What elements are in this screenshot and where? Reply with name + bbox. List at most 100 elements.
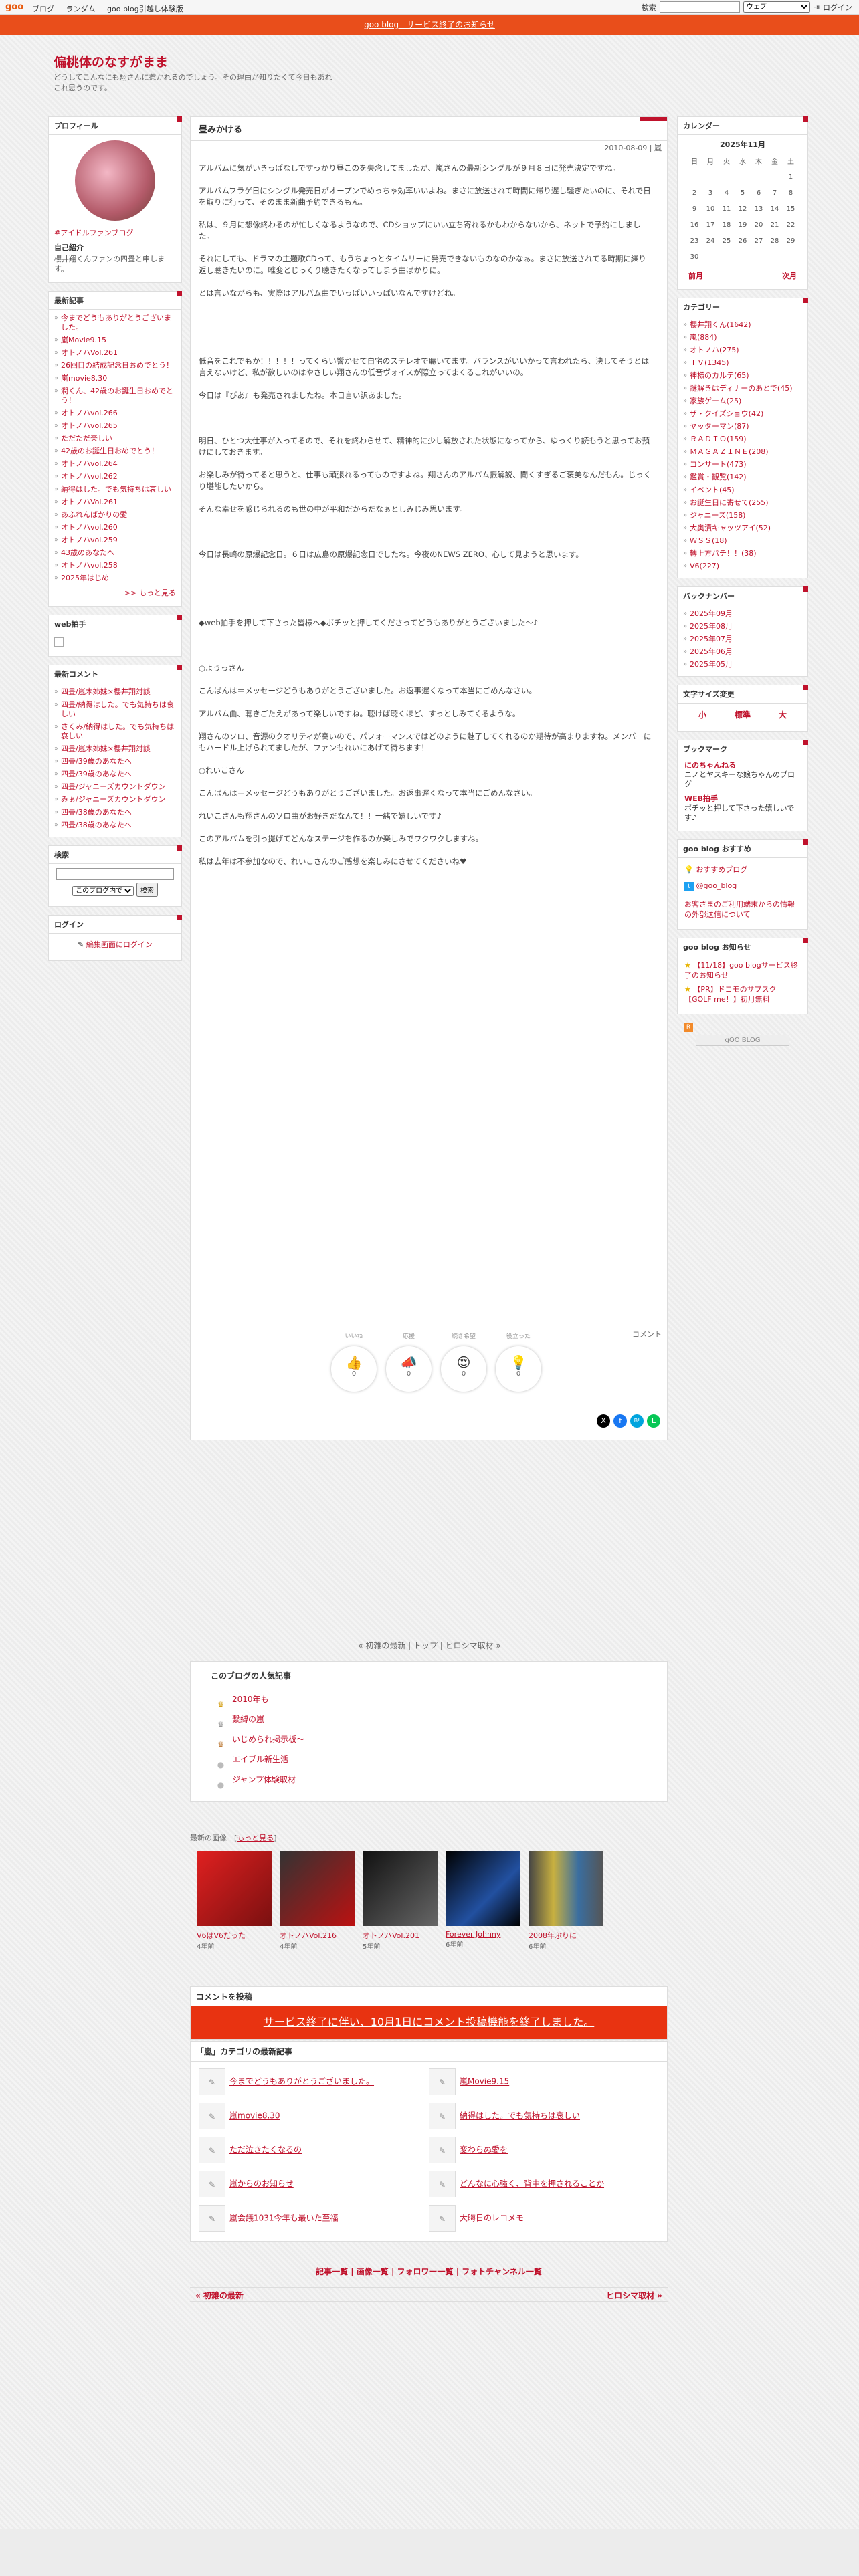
admin-login-link[interactable]: 編集画面にログイン [86,940,153,949]
recent-comment-item[interactable]: 四畳/納得はした。でも気持ちは哀しい [54,698,176,720]
category-item[interactable]: 轉上方パチ！！(38) [683,547,802,560]
goo-logo[interactable]: goo [5,2,23,12]
recent-comment-item[interactable]: 四畳/39歳のあなたへ [54,755,176,768]
recent-post-item[interactable]: 嵐Movie9.15 [54,334,176,346]
recent-post-item[interactable]: 潤くん、42歳のお誕生日おめでとう！ [54,385,176,407]
category-recent-item[interactable]: ✎ 嵐Movie9.15 [429,2068,509,2095]
profile-avatar[interactable] [75,140,155,221]
recent-image-1[interactable]: V6はV6だった 4年前 [197,1851,272,1951]
category-recent-item[interactable]: ✎ 変わらぬ愛を [429,2137,508,2163]
recent-comment-item[interactable]: 四畳/38歳のあなたへ [54,806,176,819]
recent-comment-item[interactable]: 四畳/38歳のあなたへ [54,819,176,831]
category-recent-item[interactable]: ✎ 嵐からのお知らせ [199,2171,294,2197]
category-item[interactable]: ＷＳＳ(18) [683,534,802,547]
nav-move-trial[interactable]: goo blog引越し体験版 [107,5,183,13]
category-item[interactable]: ＭＡＧＡＺＩＮＥ(208) [683,445,802,458]
category-item[interactable]: 家族ゲーム(25) [683,395,802,407]
x-share-icon[interactable]: X [597,1414,610,1428]
rss-icon[interactable]: R [684,1023,693,1032]
top-search-input[interactable] [659,1,740,13]
calendar-next[interactable]: 次月 [782,270,797,281]
recent-post-item[interactable]: オトノハvol.259 [54,534,176,546]
external-transmission-notice[interactable]: お客さまのご利用端末からの情報の外部送信について [684,899,801,920]
popular-post-4[interactable]: ●エイブル新生活 [215,1749,667,1769]
service-end-notice[interactable]: goo blog サービス終了のお知らせ [0,15,859,35]
post-title[interactable]: 昼みかける [191,117,667,141]
prev-post-link[interactable]: « 初雑の最新 [195,2290,244,2301]
popular-post-2[interactable]: ♛繋縛の嵐 [215,1709,667,1729]
category-item[interactable]: イベント(45) [683,484,802,496]
blog-search-button[interactable]: 検索 [136,883,158,897]
recent-post-item[interactable]: ただただ楽しい [54,432,176,445]
recent-comment-item[interactable]: みぁ/ジャニーズカウントダウン [54,793,176,806]
textsize-large[interactable]: 大 [779,709,787,720]
recent-post-item[interactable]: オトノハvol.264 [54,457,176,470]
backnumber-item[interactable]: 2025年07月 [683,633,802,645]
recent-images-more[interactable]: もっと見る [237,1834,274,1842]
recent-comment-item[interactable]: 四畳/39歳のあなたへ [54,768,176,780]
hatena-share-icon[interactable]: B! [630,1414,644,1428]
category-item[interactable]: ＲＡＤＩＯ(159) [683,433,802,445]
recent-image-2[interactable]: オトノハVol.216 4年前 [280,1851,355,1951]
category-recent-item[interactable]: ✎ 今までどうもありがとうございました。 [199,2068,374,2095]
popular-post-1[interactable]: ♛2010年も [215,1689,667,1709]
category-item[interactable]: お誕生日に寄せて(255) [683,496,802,509]
comment-closed-notice[interactable]: サービス終了に伴い、10月1日にコメント投稿機能を終了しました。 [191,2006,667,2039]
recent-post-item[interactable]: オトノハvol.265 [54,419,176,432]
recent-post-item[interactable]: 2025年はじめ [54,572,176,584]
recent-post-item[interactable]: 納得はした。でも気持ちは哀しい [54,483,176,496]
category-item[interactable]: 嵐(884) [683,331,802,344]
recent-post-item[interactable]: オトノハvol.262 [54,470,176,483]
category-recent-item[interactable]: ✎ 嵐会議1031今年も最いた至福 [199,2205,339,2232]
category-item[interactable]: ザ・クイズショウ(42) [683,407,802,420]
category-item[interactable]: 鑑賞・観覧(142) [683,471,802,484]
backnumber-item[interactable]: 2025年06月 [683,645,802,658]
category-item[interactable]: 大奥漬キャッツアイ(52) [683,522,802,534]
category-item[interactable]: 神様のカルテ(65) [683,369,802,382]
line-share-icon[interactable]: L [647,1414,660,1428]
search-scope-select[interactable]: ウェブ [743,1,810,13]
recent-comment-item[interactable]: 四畳/ジャニーズカウントダウン [54,780,176,793]
goo-news-2[interactable]: 【PR】ドコモのサブスク【GOLF me！】初月無料 [684,985,777,1004]
nav-blog[interactable]: ブログ [32,5,54,13]
recent-post-item[interactable]: オトノハvol.266 [54,407,176,419]
goo-blog-twitter-link[interactable]: @goo_blog [696,881,737,890]
category-recent-item[interactable]: ✎ ただ泣きたくなるの [199,2137,302,2163]
bookmark-1-link[interactable]: にのちゃんねる [684,761,801,770]
recent-posts-more-link[interactable]: >> もっと見る [49,584,181,601]
recent-post-item[interactable]: 43歳のあなたへ [54,546,176,559]
backnumber-item[interactable]: 2025年09月 [683,607,802,620]
blog-title[interactable]: 偏桃体のなすがまま [54,52,168,70]
category-item[interactable]: オトノハ(275) [683,344,802,356]
reaction-4-button[interactable]: 役立った 💡 0 [496,1333,541,1392]
category-item[interactable]: 謎解きはディナーのあとで(45) [683,382,802,395]
recent-comment-item[interactable]: さくみ/納得はした。でも気持ちは哀しい [54,720,176,742]
category-item[interactable]: V6(227) [683,560,802,572]
backnumber-item[interactable]: 2025年05月 [683,658,802,671]
backnumber-item[interactable]: 2025年08月 [683,620,802,633]
category-item[interactable]: ジャニーズ(158) [683,509,802,522]
category-item[interactable]: コンサート(473) [683,458,802,471]
web-applause-image[interactable] [54,637,64,647]
recent-post-item[interactable]: 嵐movie8.30 [54,372,176,385]
post-navigation[interactable]: « 初雑の最新 | トップ | ヒロシマ取材 » [0,1640,859,1651]
login-icon[interactable]: ⇥ [814,3,820,11]
recent-post-item[interactable]: オトノハvol.258 [54,559,176,572]
category-recent-item[interactable]: ✎ 大晦日のレコメモ [429,2205,524,2232]
recent-image-3[interactable]: オトノハVol.201 5年前 [363,1851,438,1951]
category-recent-item[interactable]: ✎ どんなに心強く、背中を押されることか [429,2171,604,2197]
facebook-share-icon[interactable]: f [613,1414,627,1428]
bottom-links[interactable]: 記事一覧 | 画像一覧 | フォロワー一覧 | フォトチャンネル一覧 [190,2266,668,2277]
textsize-small[interactable]: 小 [698,709,706,720]
recent-image-5[interactable]: 2008年ぶりに 6年前 [529,1851,603,1951]
blog-search-scope[interactable]: このブログ内で [72,886,134,896]
recent-image-4[interactable]: Forever Johnny 6年前 [446,1851,520,1949]
nav-random[interactable]: ランダム [66,5,96,13]
next-post-link[interactable]: ヒロシマ取材 » [606,2290,662,2301]
recent-post-item[interactable]: オトノハvol.260 [54,521,176,534]
blog-search-input[interactable] [56,868,174,880]
recent-post-item[interactable]: 26回目の結成記念日おめでとう！ [54,359,176,372]
recent-post-item[interactable]: オトノハVol.261 [54,496,176,508]
recent-comment-item[interactable]: 四畳/嵐木姉妹×櫻井翔対談 [54,742,176,755]
category-item[interactable]: ヤッターマン(87) [683,420,802,433]
